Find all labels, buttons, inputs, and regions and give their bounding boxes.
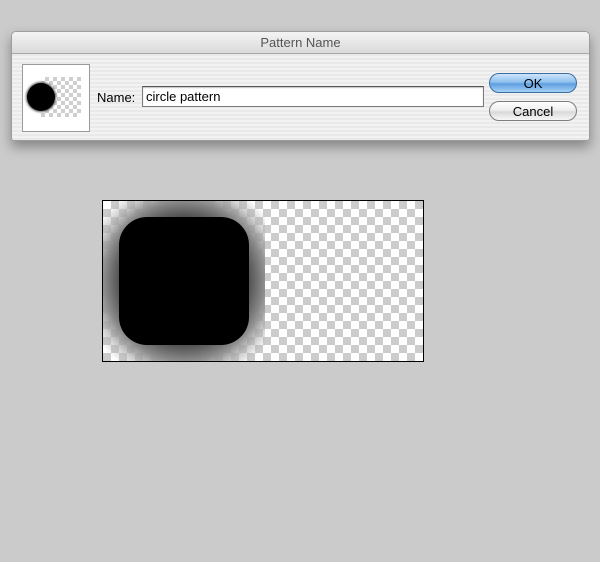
pattern-name-dialog: Pattern Name Name: OK Cancel [11, 31, 590, 141]
cancel-button[interactable]: Cancel [489, 101, 577, 121]
thumbnail-circle [27, 83, 55, 111]
name-field[interactable] [142, 86, 484, 107]
pattern-thumbnail-icon [22, 64, 90, 132]
dialog-title: Pattern Name [12, 32, 589, 54]
pattern-preview [102, 200, 424, 362]
ok-button[interactable]: OK [489, 73, 577, 93]
circle-shape [119, 217, 249, 345]
name-label: Name: [97, 90, 136, 105]
